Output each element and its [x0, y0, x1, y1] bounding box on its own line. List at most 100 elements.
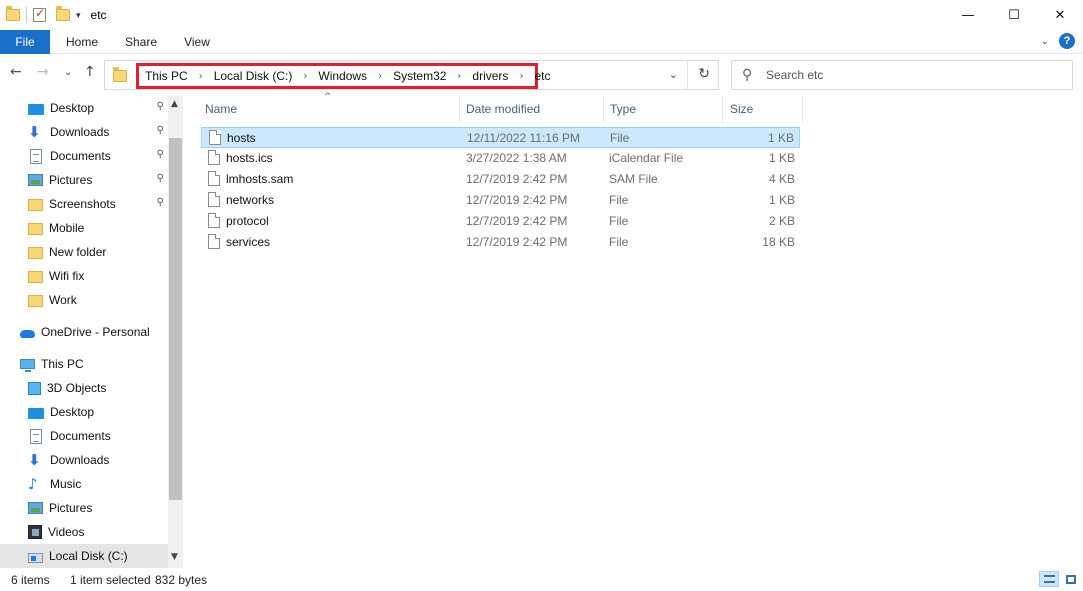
column-divider[interactable] — [802, 96, 803, 122]
breadcrumb-windows[interactable]: Windows — [318, 69, 367, 83]
scroll-down-icon[interactable]: ▼ — [171, 552, 178, 562]
folder-icon — [28, 294, 43, 307]
file-type: File — [609, 214, 629, 228]
sidebar-item-documents-pinned[interactable]: Documents ⚲ — [28, 144, 168, 168]
sidebar-item-label: This PC — [41, 357, 84, 371]
file-row-networks[interactable]: networks 12/7/2019 2:42 PM File 1 KB — [201, 190, 800, 211]
breadcrumb-separator-icon[interactable]: › — [378, 71, 382, 82]
large-icons-view-button[interactable] — [1061, 571, 1081, 587]
file-row-lmhosts-sam[interactable]: lmhosts.sam 12/7/2019 2:42 PM SAM File 4… — [201, 169, 800, 190]
status-bar: 6 items 1 item selected 832 bytes — [0, 568, 1083, 591]
scrollbar-thumb[interactable] — [169, 138, 182, 500]
breadcrumb-drivers[interactable]: drivers — [472, 69, 508, 83]
videos-icon — [28, 525, 42, 539]
sidebar-item-new-folder[interactable]: New folder — [28, 240, 168, 264]
breadcrumb-local-disk[interactable]: Local Disk (C:) — [214, 69, 293, 83]
sidebar-item-music[interactable]: ♪ Music — [28, 472, 168, 496]
column-divider[interactable] — [722, 96, 723, 122]
search-input[interactable] — [766, 65, 1056, 85]
folder-icon — [113, 67, 127, 82]
documents-icon — [30, 148, 42, 164]
back-button[interactable]: ← — [10, 64, 22, 80]
sidebar-item-desktop-pinned[interactable]: Desktop ⚲ — [28, 96, 168, 120]
breadcrumb-this-pc[interactable]: This PC — [145, 69, 188, 83]
sidebar-item-downloads[interactable]: ⬇ Downloads — [28, 448, 168, 472]
sidebar-item-wifi-fix[interactable]: Wifi fix — [28, 264, 168, 288]
tab-view[interactable]: View — [174, 30, 220, 54]
file-date: 3/27/2022 1:38 AM — [466, 151, 567, 165]
onedrive-icon — [20, 330, 35, 338]
file-row-hosts[interactable]: hosts 12/11/2022 11:16 PM File 1 KB — [201, 127, 800, 148]
item-count: 6 items — [11, 573, 50, 587]
documents-icon — [30, 428, 42, 444]
navigation-bar: ← → ⌄ ↑ This PC › Local Disk (C:) › Wind… — [0, 56, 1083, 92]
tab-share[interactable]: Share — [116, 30, 166, 54]
sidebar-item-downloads-pinned[interactable]: ⬇ Downloads ⚲ — [28, 120, 168, 144]
sidebar-scrollbar[interactable]: ▲ ▼ — [168, 96, 183, 568]
breadcrumb-separator-icon[interactable]: › — [199, 71, 203, 82]
column-header-size[interactable]: Size — [724, 96, 802, 122]
search-box[interactable]: ⚲ — [731, 60, 1073, 90]
pin-icon[interactable]: ⚲ — [157, 101, 164, 112]
tab-home[interactable]: Home — [58, 30, 106, 54]
file-name: lmhosts.sam — [226, 172, 294, 186]
folder-icon — [28, 222, 43, 235]
sidebar-item-desktop[interactable]: Desktop — [28, 400, 168, 424]
breadcrumb-separator-icon[interactable]: › — [303, 71, 307, 82]
file-date: 12/7/2019 2:42 PM — [466, 193, 568, 207]
sidebar-item-documents[interactable]: Documents — [28, 424, 168, 448]
breadcrumb-system32[interactable]: System32 — [393, 69, 446, 83]
sidebar-item-pictures-pinned[interactable]: Pictures ⚲ — [28, 168, 168, 192]
address-dropdown-icon[interactable]: ⌄ — [669, 68, 678, 81]
help-icon[interactable]: ? — [1059, 33, 1075, 49]
sidebar-item-3d-objects[interactable]: 3D Objects — [28, 376, 168, 400]
sidebar-item-onedrive[interactable]: OneDrive - Personal — [20, 320, 168, 344]
address-bar[interactable]: This PC › Local Disk (C:) › Windows › Sy… — [104, 60, 719, 90]
breadcrumb-separator-icon[interactable]: › — [519, 71, 523, 82]
scroll-up-icon[interactable]: ▲ — [171, 99, 178, 109]
sidebar-item-mobile[interactable]: Mobile — [28, 216, 168, 240]
sidebar-item-local-disk[interactable]: Local Disk (C:) — [0, 544, 168, 568]
close-button[interactable]: ✕ — [1037, 0, 1083, 30]
forward-button[interactable]: → — [37, 64, 49, 80]
sidebar-item-label: Videos — [48, 525, 85, 539]
desktop-icon — [28, 407, 44, 419]
refresh-button[interactable]: ↻ — [698, 66, 710, 82]
breadcrumb-etc[interactable]: etc — [534, 69, 550, 83]
column-header-name[interactable]: Name — [199, 96, 459, 122]
file-size: 1 KB — [767, 131, 794, 145]
file-icon — [208, 192, 220, 207]
pin-icon[interactable]: ⚲ — [157, 173, 164, 184]
file-type: SAM File — [609, 172, 658, 186]
sidebar-item-label: Mobile — [49, 221, 85, 235]
music-icon: ♪ — [28, 475, 38, 493]
pin-icon[interactable]: ⚲ — [157, 149, 164, 160]
column-header-type[interactable]: Type — [604, 96, 722, 122]
recent-locations-button[interactable]: ⌄ — [64, 67, 72, 78]
sidebar-item-pictures[interactable]: Pictures — [28, 496, 168, 520]
breadcrumb-separator-icon[interactable]: › — [457, 71, 461, 82]
column-header-date-modified[interactable]: Date modified — [460, 96, 603, 122]
sidebar-item-work[interactable]: Work — [28, 288, 168, 312]
new-folder-icon[interactable] — [56, 6, 70, 21]
up-button[interactable]: ↑ — [84, 64, 96, 80]
properties-icon[interactable] — [33, 6, 46, 22]
selection-count: 1 item selected — [70, 573, 151, 587]
file-name: hosts.ics — [226, 151, 273, 165]
pin-icon[interactable]: ⚲ — [157, 125, 164, 136]
details-view-button[interactable] — [1039, 571, 1059, 587]
file-icon — [208, 171, 220, 186]
file-row-services[interactable]: services 12/7/2019 2:42 PM File 18 KB — [201, 232, 800, 253]
minimize-button[interactable]: — — [945, 0, 991, 30]
large-icons-view-icon — [1066, 575, 1076, 584]
tab-file[interactable]: File — [0, 30, 50, 54]
sidebar-item-screenshots[interactable]: Screenshots ⚲ — [28, 192, 168, 216]
sidebar-item-videos[interactable]: Videos — [28, 520, 168, 544]
maximize-button[interactable]: ☐ — [991, 0, 1037, 30]
expand-ribbon-icon[interactable]: ⌄ — [1041, 36, 1049, 47]
sidebar-item-this-pc[interactable]: This PC — [20, 352, 168, 376]
file-row-protocol[interactable]: protocol 12/7/2019 2:42 PM File 2 KB — [201, 211, 800, 232]
pin-icon[interactable]: ⚲ — [157, 197, 164, 208]
customize-toolbar-dropdown[interactable]: ▾ — [76, 10, 81, 21]
file-row-hosts-ics[interactable]: hosts.ics 3/27/2022 1:38 AM iCalendar Fi… — [201, 148, 800, 169]
